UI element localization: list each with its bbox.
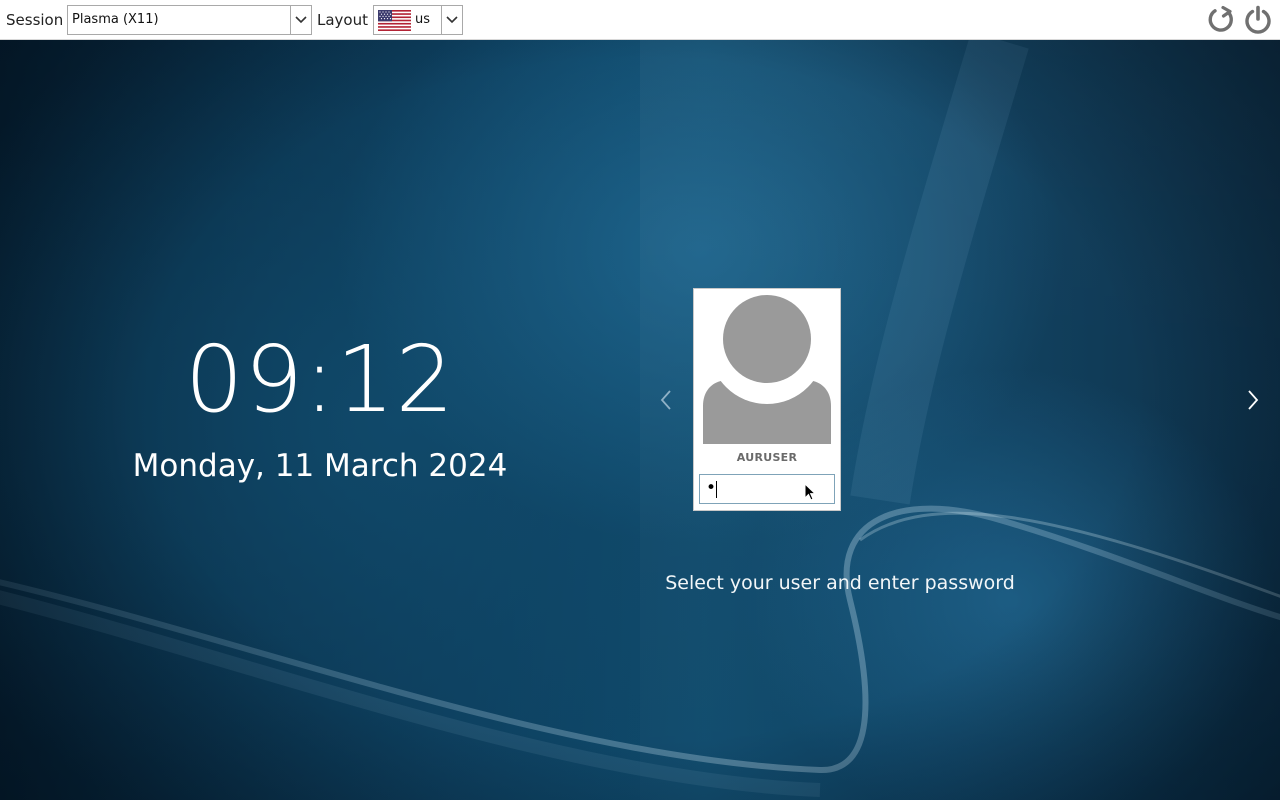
session-select[interactable]: Plasma (X11) [67, 5, 312, 35]
restart-icon [1208, 5, 1233, 32]
us-flag-icon [378, 10, 411, 31]
power-icon [1245, 5, 1271, 34]
clock-time: 09:12 [184, 326, 456, 433]
chevron-left-icon [660, 390, 671, 410]
previous-user-button[interactable] [654, 385, 678, 415]
restart-button[interactable] [1205, 4, 1237, 36]
user-card[interactable]: AURUSER • [693, 288, 841, 511]
mouse-pointer-icon [804, 483, 816, 501]
chevron-down-icon[interactable] [290, 6, 311, 34]
shutdown-button[interactable] [1242, 4, 1274, 36]
layout-select-value: us [415, 12, 431, 27]
top-bar: Session Plasma (X11) Layout us [0, 0, 1280, 40]
password-input[interactable]: • [699, 474, 835, 504]
clock-date: Monday, 11 March 2024 [132, 448, 508, 484]
chevron-down-icon[interactable] [441, 6, 462, 34]
layout-label: Layout [317, 11, 368, 29]
layout-select[interactable]: us [373, 5, 463, 35]
chevron-right-icon [1248, 390, 1259, 410]
user-name: AURUSER [736, 451, 798, 464]
session-label: Session [6, 11, 64, 29]
next-user-button[interactable] [1241, 385, 1265, 415]
password-input-value: • [706, 478, 717, 498]
text-caret [716, 481, 717, 498]
login-prompt: Select your user and enter password [665, 572, 1015, 594]
user-avatar-icon [703, 294, 831, 444]
session-select-value: Plasma (X11) [72, 12, 159, 27]
